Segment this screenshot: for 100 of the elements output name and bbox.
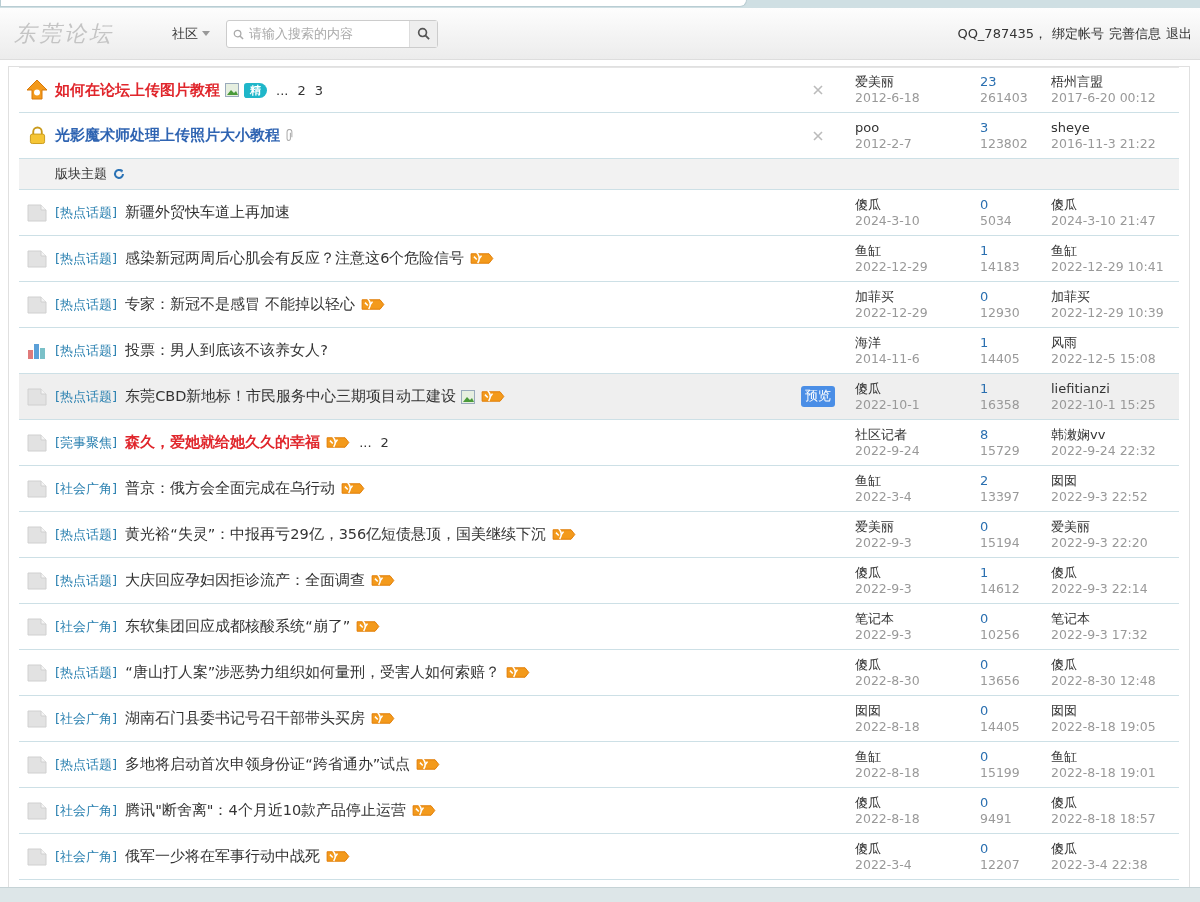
pinned-thread-row[interactable]: 如何在论坛上传图片教程 精 ... 2 3 爱美丽 2012-6-18 23 261403 梧州言盟 2017-6-20 00:12 [19, 67, 1179, 113]
thread-title[interactable]: 湖南石门县委书记号召干部带头买房 [125, 709, 366, 728]
category-link[interactable]: [莞事聚焦] [55, 433, 118, 452]
last-poster[interactable]: 傻瓜 [1051, 840, 1179, 857]
reply-count[interactable]: 3 [980, 119, 1051, 136]
pinned-thread-title[interactable]: 光影魔术师处理上传照片大小教程 [55, 126, 280, 145]
last-poster[interactable]: 爱美丽 [1051, 518, 1179, 535]
category-link[interactable]: [热点话题] [55, 203, 118, 222]
category-link[interactable]: [热点话题] [55, 249, 118, 268]
author-name[interactable]: poo [855, 119, 980, 136]
thread-row[interactable]: [社会广角] 湖南石门县委书记号召干部带头买房 囡囡 2022-8-18 0 14405 囡囡 2022-8-18 19:05 [19, 696, 1179, 742]
reply-count[interactable]: 0 [980, 610, 1051, 627]
last-poster[interactable]: 囡囡 [1051, 472, 1179, 489]
community-menu[interactable]: 社区 [172, 24, 210, 43]
author-name[interactable]: 社区记者 [855, 426, 980, 443]
page-link[interactable]: 2 [297, 82, 306, 98]
thread-title[interactable]: 腾讯"断舍离"：4个月近10款产品停止运营 [125, 801, 407, 820]
last-poster[interactable]: 风雨 [1051, 334, 1179, 351]
reply-count[interactable]: 0 [980, 748, 1051, 765]
category-link[interactable]: [热点话题] [55, 341, 118, 360]
thread-row[interactable]: [热点话题] “唐山打人案”涉恶势力组织如何量刑，受害人如何索赔？ 傻瓜 2022-8-30 0 13656 傻瓜 2022-8-30 12:48 [19, 650, 1179, 696]
last-poster[interactable]: 傻瓜 [1051, 794, 1179, 811]
refresh-icon[interactable] [113, 168, 125, 180]
last-poster[interactable]: 鱼缸 [1051, 748, 1179, 765]
reply-count[interactable]: 0 [980, 794, 1051, 811]
thread-title[interactable]: 投票：男人到底该不该养女人? [125, 341, 328, 360]
search-button[interactable] [409, 20, 437, 47]
category-link[interactable]: [社会广角] [55, 847, 118, 866]
reply-count[interactable]: 0 [980, 518, 1051, 535]
page-link[interactable]: ... [359, 435, 372, 450]
username[interactable]: QQ_787435， [957, 24, 1047, 43]
page-link[interactable]: ... [276, 82, 289, 98]
author-name[interactable]: 傻瓜 [855, 656, 980, 673]
last-poster[interactable]: 傻瓜 [1051, 196, 1179, 213]
category-link[interactable]: [社会广角] [55, 709, 118, 728]
author-name[interactable]: 海洋 [855, 334, 980, 351]
thread-row[interactable]: [热点话题] 东莞CBD新地标！市民服务中心三期项目动工建设 预览 傻瓜 2022-10-1 1 16358 liefitianzi 2022-10-1 15:25 [19, 374, 1179, 420]
reply-count[interactable]: 1 [980, 564, 1051, 581]
thread-title[interactable]: 感染新冠两周后心肌会有反应？注意这6个危险信号 [125, 249, 465, 268]
reply-count[interactable]: 8 [980, 426, 1051, 443]
author-name[interactable]: 囡囡 [855, 702, 980, 719]
reply-count[interactable]: 0 [980, 656, 1051, 673]
thread-row[interactable]: [社会广角] 腾讯"断舍离"：4个月近10款产品停止运营 傻瓜 2022-8-18 0 9491 傻瓜 2022-8-18 18:57 [19, 788, 1179, 834]
thread-row[interactable]: [热点话题] 感染新冠两周后心肌会有反应？注意这6个危险信号 鱼缸 2022-12-29 1 14183 鱼缸 2022-12-29 10:41 [19, 236, 1179, 282]
category-link[interactable]: [社会广角] [55, 801, 118, 820]
last-poster[interactable]: 笔记本 [1051, 610, 1179, 627]
reply-count[interactable]: 0 [980, 288, 1051, 305]
reply-count[interactable]: 0 [980, 702, 1051, 719]
category-link[interactable]: [热点话题] [55, 571, 118, 590]
last-poster[interactable]: 梧州言盟 [1051, 74, 1179, 90]
last-poster[interactable]: 囡囡 [1051, 702, 1179, 719]
reply-count[interactable]: 2 [980, 472, 1051, 489]
last-poster[interactable]: 傻瓜 [1051, 564, 1179, 581]
author-name[interactable]: 傻瓜 [855, 564, 980, 581]
thread-title[interactable]: 多地将启动首次申领身份证“跨省通办”试点 [125, 755, 411, 774]
reply-count[interactable]: 1 [980, 334, 1051, 351]
thread-row[interactable]: [社会广角] 普京：俄方会全面完成在乌行动 鱼缸 2022-3-4 2 13397 囡囡 2022-9-3 22:52 [19, 466, 1179, 512]
thread-title[interactable]: 东莞CBD新地标！市民服务中心三期项目动工建设 [125, 387, 457, 406]
last-poster[interactable]: 鱼缸 [1051, 242, 1179, 259]
pinned-thread-title[interactable]: 如何在论坛上传图片教程 [55, 80, 220, 100]
author-name[interactable]: 鱼缸 [855, 242, 980, 259]
category-link[interactable]: [社会广角] [55, 479, 118, 498]
thread-row[interactable]: [热点话题] 专家：新冠不是感冒 不能掉以轻心 加菲买 2022-12-29 0 12930 加菲买 2022-12-29 10:39 [19, 282, 1179, 328]
thread-row[interactable]: [热点话题] 黄光裕“失灵”：中报再亏29亿，356亿短债悬顶，国美继续下沉 爱美丽 2022-9-3 0 15194 爱美丽 2022-9-3 22:20 [19, 512, 1179, 558]
thread-row[interactable]: [热点话题] 大庆回应孕妇因拒诊流产：全面调查 傻瓜 2022-9-3 1 14612 傻瓜 2022-9-3 22:14 [19, 558, 1179, 604]
thread-title[interactable]: 专家：新冠不是感冒 不能掉以轻心 [125, 295, 355, 314]
page-link[interactable]: 2 [380, 435, 389, 450]
reply-count[interactable]: 1 [980, 380, 1051, 397]
thread-row[interactable]: [热点话题] 多地将启动首次申领身份证“跨省通办”试点 鱼缸 2022-8-18 0 15199 鱼缸 2022-8-18 19:01 [19, 742, 1179, 788]
page-link[interactable]: 3 [314, 82, 323, 98]
reply-count[interactable]: 0 [980, 840, 1051, 857]
category-link[interactable]: [热点话题] [55, 295, 118, 314]
thread-title[interactable]: 俄军一少将在军事行动中战死 [125, 847, 321, 866]
author-name[interactable]: 鱼缸 [855, 748, 980, 765]
last-poster[interactable]: 韩潄娴vv [1051, 426, 1179, 443]
category-link[interactable]: [社会广角] [55, 617, 118, 636]
category-link[interactable]: [热点话题] [55, 755, 118, 774]
author-name[interactable]: 傻瓜 [855, 380, 980, 397]
thread-row[interactable]: [社会广角] 俄军一少将在军事行动中战死 傻瓜 2022-3-4 0 12207 傻瓜 2022-3-4 22:38 [19, 834, 1179, 880]
thread-row[interactable]: [社会广角] 东软集团回应成都核酸系统“崩了” 笔记本 2022-9-3 0 10256 笔记本 2022-9-3 17:32 [19, 604, 1179, 650]
thread-title[interactable]: 黄光裕“失灵”：中报再亏29亿，356亿短债悬顶，国美继续下沉 [125, 525, 547, 544]
author-name[interactable]: 傻瓜 [855, 196, 980, 213]
category-link[interactable]: [热点话题] [55, 525, 118, 544]
last-poster[interactable]: sheye [1051, 119, 1179, 136]
author-name[interactable]: 笔记本 [855, 610, 980, 627]
author-name[interactable]: 爱美丽 [855, 74, 980, 90]
reply-count[interactable]: 23 [980, 74, 1051, 90]
category-link[interactable]: [热点话题] [55, 387, 118, 406]
last-poster[interactable]: 加菲买 [1051, 288, 1179, 305]
reply-count[interactable]: 0 [980, 196, 1051, 213]
thread-row[interactable]: [莞事聚焦] 森久，爱她就给她久久的幸福 ... 2 社区记者 2022-9-24 8 15729 韩潄娴vv 2022-9-24 22:32 [19, 420, 1179, 466]
thread-title[interactable]: 森久，爱她就给她久久的幸福 [125, 433, 321, 452]
user-link[interactable]: 退出 [1166, 24, 1192, 43]
thread-title[interactable]: 大庆回应孕妇因拒诊流产：全面调查 [125, 571, 366, 590]
user-link[interactable]: 完善信息 [1109, 24, 1161, 43]
author-name[interactable]: 爱美丽 [855, 518, 980, 535]
last-poster[interactable]: 傻瓜 [1051, 656, 1179, 673]
thread-row[interactable]: [热点话题] 新疆外贸快车道上再加速 傻瓜 2024-3-10 0 5034 傻瓜 2024-3-10 21:47 [19, 190, 1179, 236]
thread-title[interactable]: 东软集团回应成都核酸系统“崩了” [125, 617, 351, 636]
author-name[interactable]: 加菲买 [855, 288, 980, 305]
